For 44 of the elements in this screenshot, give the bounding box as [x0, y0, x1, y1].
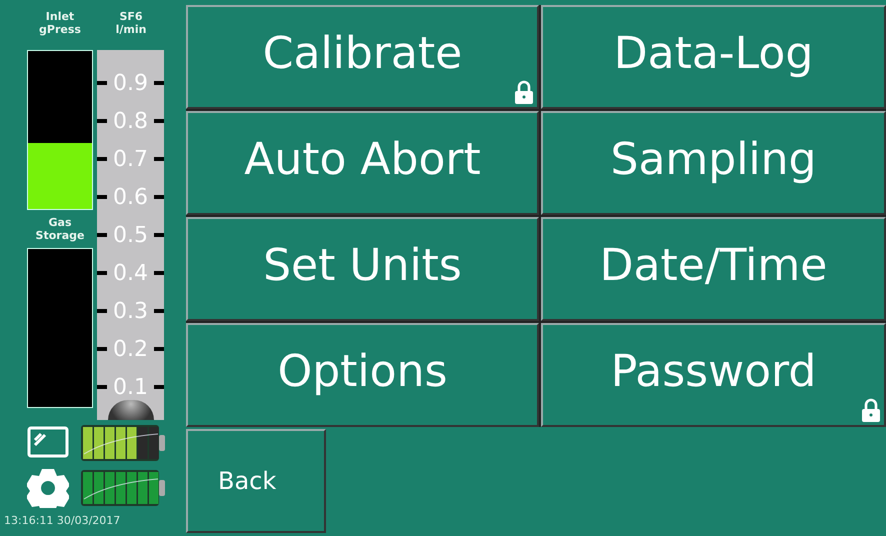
tick-mark — [154, 157, 164, 161]
menu-button[interactable]: Sampling — [541, 111, 886, 215]
tick-label: 0.1 — [113, 374, 148, 400]
tick-mark — [154, 81, 164, 85]
tick-mark — [97, 157, 107, 161]
tick-label: 0.5 — [113, 222, 148, 248]
battery-icon — [80, 424, 166, 462]
scale-label: SF6 l/min — [114, 10, 148, 38]
tick-label: 0.6 — [113, 184, 148, 210]
menu-button[interactable]: Calibrate — [186, 5, 539, 109]
tick-label: 0.7 — [113, 146, 148, 172]
tick-mark — [154, 347, 164, 351]
settings-icon — [27, 468, 69, 508]
timestamp: 13:16:11 30/03/2017 — [4, 514, 122, 527]
tick-mark — [154, 385, 164, 389]
tick-mark — [154, 195, 164, 199]
gauge-label: Inlet gPress — [38, 10, 82, 38]
menu-button[interactable]: Auto Abort — [186, 111, 539, 215]
gauge-label: Gas Storage — [34, 216, 86, 242]
tick-label: 0.8 — [113, 108, 148, 134]
back-button[interactable]: Back — [186, 429, 326, 533]
menu-button[interactable]: Date/Time — [541, 217, 886, 321]
tick-mark — [97, 347, 107, 351]
tick-mark — [154, 309, 164, 313]
tick-label: 0.4 — [113, 260, 148, 286]
tick-mark — [154, 119, 164, 123]
tick-mark — [97, 271, 107, 275]
tablet-icon — [27, 426, 69, 460]
tick-mark — [97, 385, 107, 389]
battery-icon — [80, 469, 166, 507]
tick-mark — [154, 271, 164, 275]
menu-button[interactable]: Data-Log — [541, 5, 886, 109]
tick-mark — [97, 81, 107, 85]
tick-mark — [97, 195, 107, 199]
menu-button[interactable]: Password — [541, 323, 886, 427]
tick-mark — [97, 233, 107, 237]
menu-button[interactable]: Options — [186, 323, 539, 427]
tick-label: 0.9 — [113, 70, 148, 96]
tick-label: 0.3 — [113, 298, 148, 324]
tick-mark — [97, 119, 107, 123]
tick-label: 0.2 — [113, 336, 148, 362]
menu-button[interactable]: Set Units — [186, 217, 539, 321]
tick-mark — [97, 309, 107, 313]
tick-mark — [154, 233, 164, 237]
